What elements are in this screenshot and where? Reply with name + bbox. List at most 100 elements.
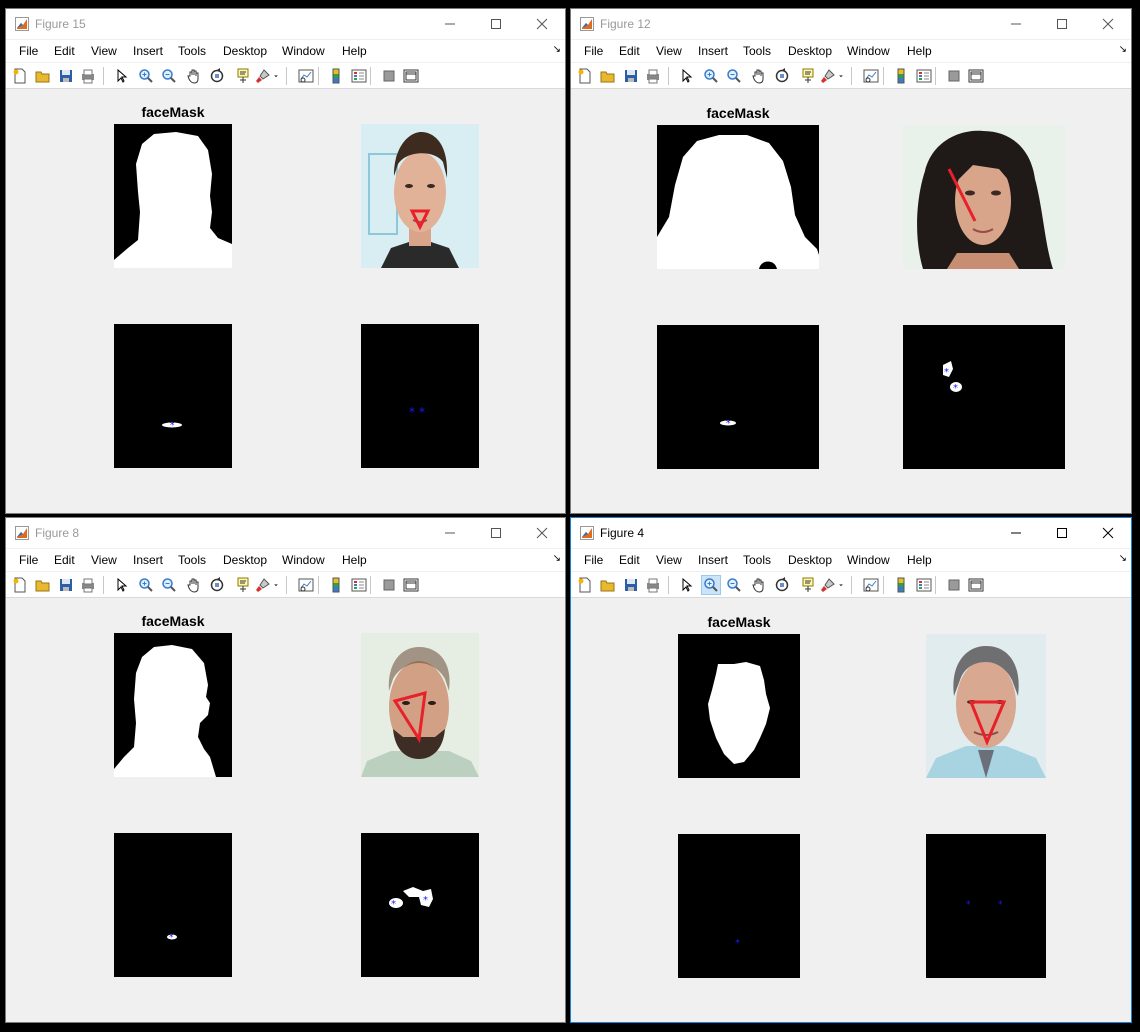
menu-insert[interactable]: Insert [133,553,163,567]
menu-window[interactable]: Window [847,44,890,58]
legend-tool[interactable] [349,575,369,595]
print-tool[interactable] [643,66,663,86]
menu-insert[interactable]: Insert [133,44,163,58]
maximize-button[interactable] [473,9,519,39]
close-button[interactable] [519,9,565,39]
zoom-out-tool[interactable] [159,575,179,595]
show-plot-tools-tool[interactable] [401,66,421,86]
menu-edit[interactable]: Edit [54,553,75,567]
title-bar[interactable]: Figure 15 [6,9,565,39]
dock-figure-icon[interactable]: ↘ [1119,553,1127,564]
zoom-in-tool[interactable] [136,575,156,595]
zoom-out-tool[interactable] [724,66,744,86]
brush-dropdown-tool[interactable] [836,575,846,595]
eye-map-axes[interactable]: * * [361,833,479,977]
close-button[interactable] [1085,9,1131,39]
menu-file[interactable]: File [19,44,38,58]
menu-view[interactable]: View [91,553,117,567]
pointer-tool[interactable] [676,66,696,86]
face-photo-axes[interactable] [926,634,1046,778]
pan-hand-tool[interactable] [749,66,769,86]
title-bar[interactable]: Figure 8 [6,518,565,548]
new-figure-tool[interactable] [575,66,595,86]
title-bar[interactable]: Figure 12 [571,9,1131,39]
open-file-tool[interactable] [33,66,53,86]
menu-file[interactable]: File [584,44,603,58]
mouth-map-axes[interactable]: * [114,833,232,977]
mouth-map-axes[interactable]: * [678,834,800,978]
show-plot-tools-tool[interactable] [966,575,986,595]
minimize-button[interactable] [427,518,473,548]
data-cursor-tool[interactable] [233,575,253,595]
close-button[interactable] [1085,518,1131,548]
zoom-out-tool[interactable] [159,66,179,86]
hide-plot-tools-tool[interactable] [944,575,964,595]
hide-plot-tools-tool[interactable] [944,66,964,86]
brush-tool[interactable] [818,575,838,595]
face-mask-axes[interactable] [678,634,800,778]
hide-plot-tools-tool[interactable] [379,575,399,595]
menu-tools[interactable]: Tools [178,553,206,567]
menu-help[interactable]: Help [907,44,932,58]
open-file-tool[interactable] [598,575,618,595]
link-plot-tool[interactable] [296,66,316,86]
close-button[interactable] [519,518,565,548]
brush-tool[interactable] [818,66,838,86]
pointer-tool[interactable] [111,575,131,595]
data-cursor-tool[interactable] [798,66,818,86]
menu-desktop[interactable]: Desktop [223,553,267,567]
open-file-tool[interactable] [598,66,618,86]
menu-tools[interactable]: Tools [178,44,206,58]
menu-view[interactable]: View [91,44,117,58]
print-tool[interactable] [78,575,98,595]
save-tool[interactable] [56,575,76,595]
menu-view[interactable]: View [656,553,682,567]
rotate-3d-tool[interactable] [207,575,227,595]
maximize-button[interactable] [1039,9,1085,39]
menu-help[interactable]: Help [342,44,367,58]
face-mask-axes[interactable] [114,633,232,777]
menu-help[interactable]: Help [907,553,932,567]
face-photo-axes[interactable] [361,124,479,268]
menu-window[interactable]: Window [282,553,325,567]
brush-dropdown-tool[interactable] [271,575,281,595]
brush-dropdown-tool[interactable] [271,66,281,86]
dock-figure-icon[interactable]: ↘ [553,553,561,564]
pan-hand-tool[interactable] [184,575,204,595]
title-bar[interactable]: Figure 4 [571,518,1131,548]
save-tool[interactable] [621,575,641,595]
dock-figure-icon[interactable]: ↘ [553,44,561,55]
link-plot-tool[interactable] [296,575,316,595]
brush-dropdown-tool[interactable] [836,66,846,86]
menu-help[interactable]: Help [342,553,367,567]
data-cursor-tool[interactable] [798,575,818,595]
brush-tool[interactable] [253,66,273,86]
face-photo-axes[interactable] [361,633,479,777]
data-cursor-tool[interactable] [233,66,253,86]
new-figure-tool[interactable] [10,66,30,86]
rotate-3d-tool[interactable] [207,66,227,86]
menu-window[interactable]: Window [847,553,890,567]
menu-file[interactable]: File [19,553,38,567]
save-tool[interactable] [621,66,641,86]
menu-edit[interactable]: Edit [619,553,640,567]
menu-edit[interactable]: Edit [619,44,640,58]
rotate-3d-tool[interactable] [772,575,792,595]
menu-file[interactable]: File [584,553,603,567]
pointer-tool[interactable] [676,575,696,595]
menu-insert[interactable]: Insert [698,44,728,58]
menu-tools[interactable]: Tools [743,44,771,58]
menu-view[interactable]: View [656,44,682,58]
menu-tools[interactable]: Tools [743,553,771,567]
pointer-tool[interactable] [111,66,131,86]
rotate-3d-tool[interactable] [772,66,792,86]
minimize-button[interactable] [993,518,1039,548]
eye-map-axes[interactable]: * * [926,834,1046,978]
colorbar-tool[interactable] [891,66,911,86]
dock-figure-icon[interactable]: ↘ [1119,44,1127,55]
show-plot-tools-tool[interactable] [966,66,986,86]
minimize-button[interactable] [427,9,473,39]
new-figure-tool[interactable] [10,575,30,595]
zoom-in-tool[interactable] [701,66,721,86]
eye-map-axes[interactable]: * * [903,325,1065,469]
